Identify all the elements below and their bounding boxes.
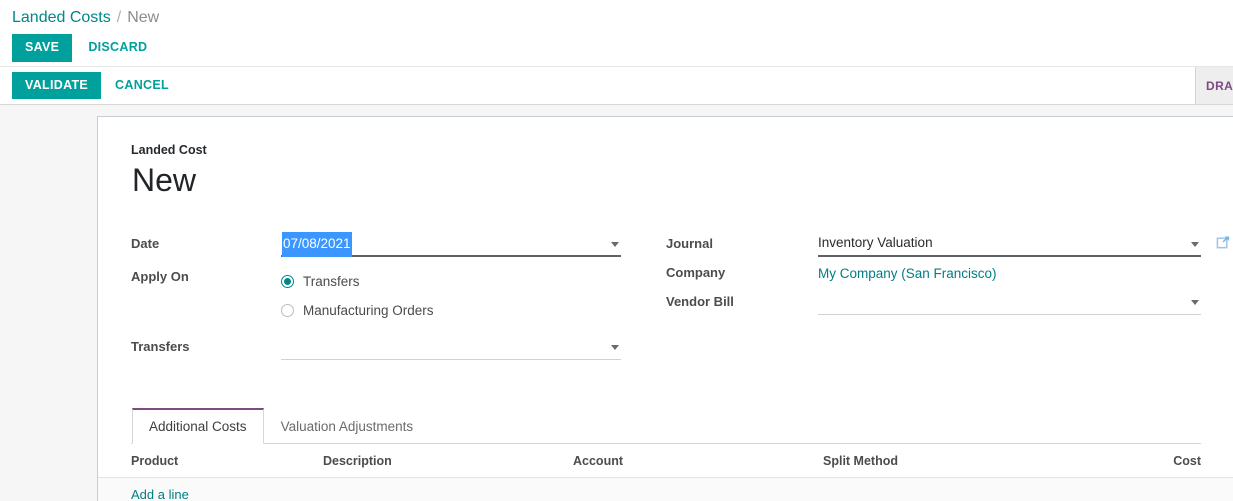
- breadcrumb-current: New: [127, 9, 160, 26]
- notebook-tabs: Additional Costs Valuation Adjustments: [131, 408, 1201, 445]
- table-body: Add a line: [98, 477, 1233, 501]
- field-row-vendor-bill: Vendor Bill: [666, 290, 1201, 319]
- field-row-date: Date 07/08/2021: [131, 232, 666, 261]
- model-label: Landed Cost: [131, 143, 207, 157]
- company-value-link[interactable]: My Company (San Francisco): [818, 266, 997, 281]
- field-row-transfers: Transfers: [131, 335, 666, 364]
- chevron-down-icon[interactable]: [611, 345, 619, 351]
- radio-option-manufacturing-orders-label: Manufacturing Orders: [303, 303, 434, 319]
- statusbar-status-group: DRAFT: [1195, 67, 1233, 104]
- column-header-product: Product: [98, 444, 323, 479]
- page-title: New: [132, 162, 197, 198]
- breadcrumb-root-link[interactable]: Landed Costs: [12, 9, 111, 27]
- chevron-down-icon[interactable]: [1191, 242, 1199, 248]
- journal-input[interactable]: Inventory Valuation: [818, 232, 1230, 258]
- field-column-left: Date 07/08/2021 Apply On Transfers Manuf…: [131, 232, 666, 364]
- field-row-apply-on: Apply On Transfers Manufacturing Orders: [131, 265, 666, 325]
- radio-option-manufacturing-orders[interactable]: Manufacturing Orders: [281, 296, 666, 325]
- page-body: Landed Cost New Date 07/08/2021 Apply On…: [0, 105, 1233, 501]
- radio-option-transfers[interactable]: Transfers: [281, 267, 666, 296]
- breadcrumb-separator: /: [116, 9, 122, 26]
- vendor-bill-label: Vendor Bill: [666, 294, 734, 310]
- save-button[interactable]: SAVE: [12, 34, 73, 62]
- statusbar-buttons: VALIDATE CANCEL: [0, 67, 181, 104]
- radio-unchecked-icon[interactable]: [281, 304, 294, 318]
- statusbar: VALIDATE CANCEL DRAFT: [0, 66, 1233, 105]
- table-header-row: Product Description Account Split Method…: [98, 444, 1233, 479]
- transfers-label: Transfers: [131, 339, 190, 355]
- column-header-cost: Cost: [1073, 444, 1233, 479]
- discard-button[interactable]: DISCARD: [76, 34, 159, 62]
- add-a-line-button[interactable]: Add a line: [131, 487, 189, 501]
- journal-label: Journal: [666, 236, 713, 252]
- add-line-cell: Add a line: [98, 477, 1233, 501]
- save-discard-bar: SAVE DISCARD: [0, 30, 1233, 66]
- record-sheet: Landed Cost New Date 07/08/2021 Apply On…: [97, 116, 1233, 501]
- radio-option-transfers-label: Transfers: [303, 274, 360, 290]
- transfers-input[interactable]: [281, 335, 621, 361]
- apply-on-label: Apply On: [131, 269, 189, 285]
- field-columns: Date 07/08/2021 Apply On Transfers Manuf…: [131, 232, 1230, 364]
- field-row-company: Company My Company (San Francisco): [666, 261, 1201, 290]
- journal-value: Inventory Valuation: [818, 235, 933, 251]
- status-badge-draft[interactable]: DRAFT: [1195, 67, 1233, 104]
- field-column-right: Journal Inventory Valuation Company My C…: [666, 232, 1230, 364]
- tab-additional-costs[interactable]: Additional Costs: [132, 408, 264, 445]
- tab-valuation-adjustments[interactable]: Valuation Adjustments: [264, 409, 431, 443]
- date-input[interactable]: 07/08/2021: [281, 232, 621, 258]
- apply-on-radio-group: Transfers Manufacturing Orders: [281, 265, 666, 325]
- cost-lines-table: Product Description Account Split Method…: [98, 444, 1233, 501]
- notebook: Additional Costs Valuation Adjustments P…: [98, 408, 1233, 501]
- field-row-journal: Journal Inventory Valuation: [666, 232, 1230, 261]
- company-label: Company: [666, 265, 726, 281]
- date-value: 07/08/2021: [282, 232, 352, 258]
- breadcrumb: Landed Costs / New: [0, 0, 1233, 30]
- chevron-down-icon[interactable]: [611, 242, 619, 248]
- add-line-row: Add a line: [98, 477, 1233, 501]
- column-header-account: Account: [573, 444, 823, 479]
- radio-checked-icon[interactable]: [281, 275, 294, 289]
- column-header-description: Description: [323, 444, 573, 479]
- date-label: Date: [131, 236, 160, 252]
- cancel-button[interactable]: CANCEL: [103, 72, 181, 100]
- external-link-icon[interactable]: [1216, 235, 1231, 250]
- chevron-down-icon[interactable]: [1191, 300, 1199, 306]
- validate-button[interactable]: VALIDATE: [12, 71, 102, 100]
- column-header-split-method: Split Method: [823, 444, 1073, 479]
- vendor-bill-input[interactable]: [818, 290, 1201, 316]
